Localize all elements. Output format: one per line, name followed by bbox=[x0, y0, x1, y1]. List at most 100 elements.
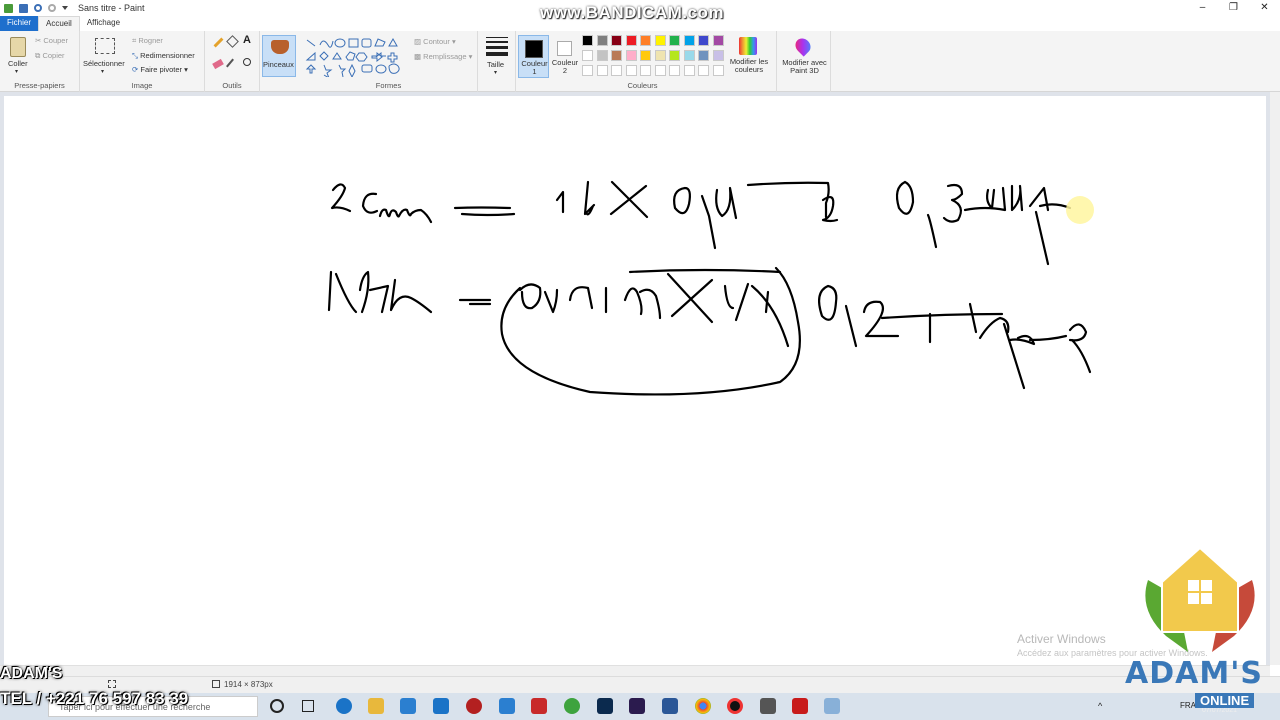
paint3d-icon[interactable] bbox=[792, 35, 814, 57]
minimize-button[interactable]: – bbox=[1187, 0, 1218, 16]
security-icon[interactable] bbox=[499, 698, 515, 714]
cortana-icon[interactable] bbox=[270, 699, 284, 713]
palette-swatch[interactable] bbox=[611, 65, 622, 76]
image-size-icon bbox=[212, 680, 220, 688]
palette-swatch[interactable] bbox=[611, 35, 622, 46]
select-button[interactable]: Sélectionner bbox=[83, 59, 125, 68]
mail-icon[interactable] bbox=[433, 698, 449, 714]
palette-swatch[interactable] bbox=[625, 35, 637, 46]
palette-swatch[interactable] bbox=[611, 50, 622, 61]
palette-swatch[interactable] bbox=[698, 65, 709, 76]
palette-swatch[interactable] bbox=[625, 65, 637, 76]
record-icon[interactable] bbox=[727, 698, 743, 714]
shapes-gallery[interactable] bbox=[304, 37, 404, 77]
horizontal-scrollbar[interactable] bbox=[0, 665, 1270, 676]
tab-affichage[interactable]: Affichage bbox=[80, 16, 127, 31]
app-icon[interactable] bbox=[760, 698, 776, 714]
redo-icon[interactable] bbox=[48, 4, 56, 12]
pencil-icon[interactable] bbox=[213, 37, 224, 48]
brushes-button[interactable]: Pinceaux bbox=[262, 35, 296, 77]
drawing-canvas[interactable] bbox=[4, 96, 1266, 665]
stroke bbox=[862, 300, 900, 338]
maximize-button[interactable]: ❐ bbox=[1218, 0, 1249, 16]
palette-swatch[interactable] bbox=[669, 65, 680, 76]
palette-swatch[interactable] bbox=[582, 50, 593, 61]
tab-accueil[interactable]: Accueil bbox=[38, 16, 80, 31]
file-explorer-icon[interactable] bbox=[368, 698, 384, 714]
fill-button[interactable]: ▩ Remplissage ▾ bbox=[414, 52, 472, 61]
chrome-icon[interactable] bbox=[695, 698, 711, 714]
palette-swatch[interactable] bbox=[640, 35, 651, 46]
eraser-icon[interactable] bbox=[212, 58, 224, 70]
clipboard-icon[interactable] bbox=[10, 37, 26, 57]
palette-swatch[interactable] bbox=[582, 65, 593, 76]
premiere-icon[interactable] bbox=[629, 698, 645, 714]
palette-swatch[interactable] bbox=[582, 35, 593, 46]
palette-swatch[interactable] bbox=[654, 65, 666, 76]
upwork-icon[interactable] bbox=[564, 698, 580, 714]
stroke bbox=[555, 190, 565, 214]
chevron-up-icon[interactable]: ^ bbox=[1098, 701, 1102, 711]
color1-button[interactable]: Couleur 1 bbox=[518, 35, 549, 78]
save-icon[interactable] bbox=[19, 3, 28, 13]
palette-swatch[interactable] bbox=[640, 50, 651, 61]
chevron-down-icon[interactable]: ▾ bbox=[494, 69, 497, 76]
acrobat-icon[interactable] bbox=[792, 698, 808, 714]
color-picker-icon[interactable] bbox=[226, 58, 234, 68]
palette-swatch[interactable] bbox=[625, 50, 637, 61]
paint-taskbar-icon[interactable] bbox=[824, 698, 840, 714]
palette-swatch[interactable] bbox=[596, 35, 608, 46]
palette-swatch[interactable] bbox=[698, 35, 709, 46]
palette-swatch[interactable] bbox=[683, 65, 695, 76]
palette-swatch[interactable] bbox=[669, 35, 680, 46]
word-icon[interactable] bbox=[662, 698, 678, 714]
paint3d-button[interactable]: Modifier avec Paint 3D bbox=[777, 59, 832, 75]
palette-swatch[interactable] bbox=[596, 65, 608, 76]
chevron-down-icon[interactable] bbox=[62, 6, 68, 10]
tab-fichier[interactable]: Fichier bbox=[0, 16, 39, 31]
stroke bbox=[700, 194, 717, 250]
outline-button[interactable]: ▨ Contour ▾ bbox=[414, 37, 456, 46]
copy-button[interactable]: ⧉ Copier bbox=[35, 51, 65, 61]
palette-swatch[interactable] bbox=[712, 35, 724, 46]
stroke bbox=[986, 188, 996, 210]
close-button[interactable]: ✕ bbox=[1249, 0, 1280, 16]
palette-swatch[interactable] bbox=[640, 65, 651, 76]
palette-swatch[interactable] bbox=[669, 50, 680, 61]
palette-swatch[interactable] bbox=[712, 65, 724, 76]
text-icon[interactable]: A bbox=[243, 34, 251, 46]
color2-button[interactable]: Couleur 2 bbox=[550, 35, 580, 78]
line-size-icon[interactable] bbox=[486, 37, 508, 56]
stroke bbox=[817, 284, 838, 321]
palette-swatch[interactable] bbox=[654, 50, 666, 61]
stroke bbox=[1068, 323, 1088, 342]
fill-icon[interactable] bbox=[226, 35, 239, 48]
edit-colors-button[interactable]: Modifier les couleurs bbox=[728, 35, 770, 79]
undo-icon[interactable] bbox=[34, 4, 42, 12]
palette-swatch[interactable] bbox=[712, 50, 724, 61]
rotate-button[interactable]: ⟳ Faire pivoter ▾ bbox=[132, 65, 188, 74]
chevron-down-icon[interactable]: ▾ bbox=[101, 68, 104, 75]
palette-swatch[interactable] bbox=[683, 35, 695, 46]
chevron-down-icon[interactable]: ▾ bbox=[15, 68, 18, 75]
recorder-icon[interactable] bbox=[531, 698, 547, 714]
resize-button[interactable]: ⤡ Redimensionner bbox=[132, 51, 195, 61]
edge-icon[interactable] bbox=[336, 698, 352, 714]
palette-swatch[interactable] bbox=[596, 50, 608, 61]
status-bar: 1914 × 873px bbox=[0, 676, 1280, 693]
paste-button[interactable]: Coller bbox=[8, 59, 28, 68]
palette-swatch[interactable] bbox=[698, 50, 709, 61]
photoshop-icon[interactable] bbox=[597, 698, 613, 714]
task-view-icon[interactable] bbox=[302, 700, 314, 712]
palette-swatch[interactable] bbox=[683, 50, 695, 61]
image-group-label: Image bbox=[131, 81, 153, 90]
stroke bbox=[500, 266, 801, 396]
size-button[interactable]: Taille bbox=[487, 60, 504, 69]
palette-swatch[interactable] bbox=[654, 35, 666, 46]
select-icon[interactable] bbox=[95, 38, 115, 54]
cut-button[interactable]: ✂ Couper bbox=[35, 36, 68, 45]
magnifier-icon[interactable] bbox=[243, 58, 251, 66]
bandicam-icon[interactable] bbox=[466, 698, 482, 714]
store-icon[interactable] bbox=[400, 698, 416, 714]
crop-button[interactable]: ⌗ Rogner bbox=[132, 36, 163, 46]
